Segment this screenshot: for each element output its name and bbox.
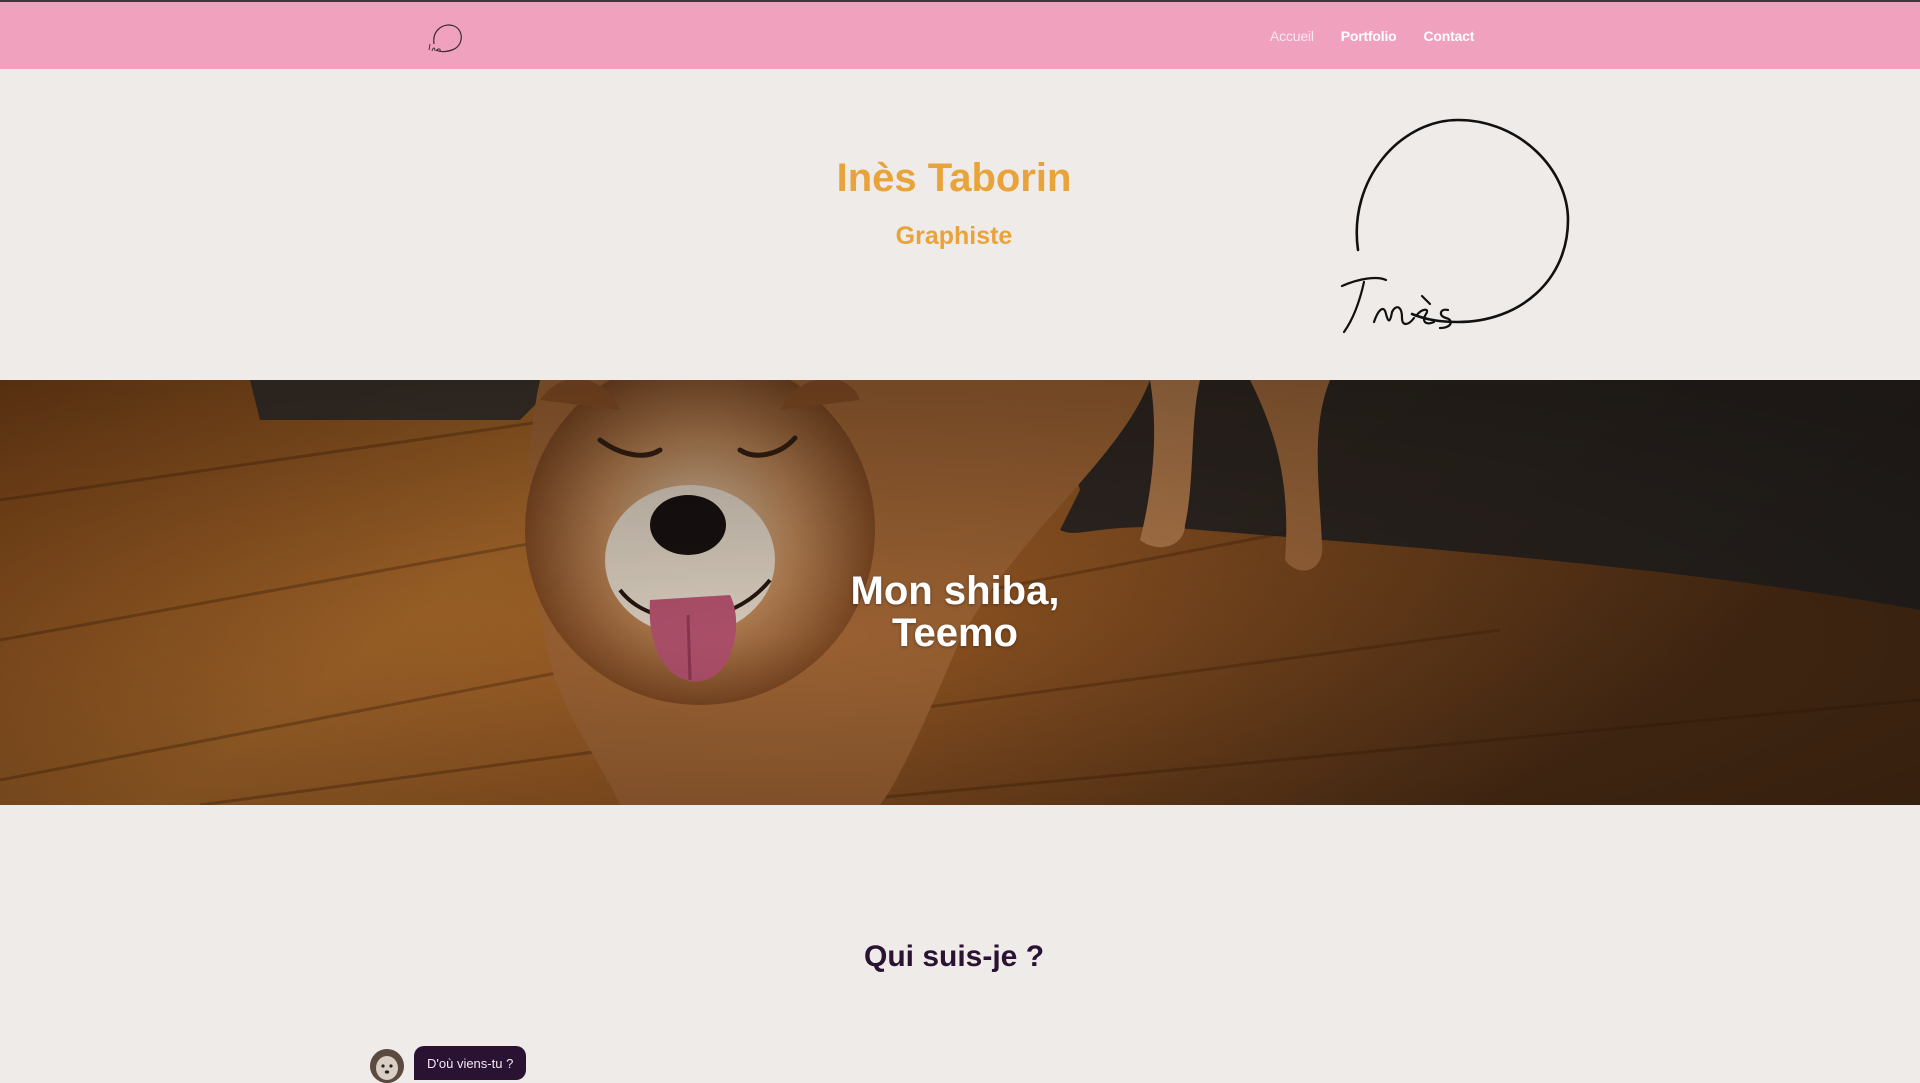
profile-avatar xyxy=(370,1049,404,1083)
ines-logo-icon[interactable] xyxy=(426,20,466,56)
avatar-svg xyxy=(370,1049,404,1083)
ines-signature-logo xyxy=(1330,100,1590,340)
navbar: Accueil Portfolio Contact xyxy=(0,2,1920,69)
signature-svg xyxy=(1340,118,1570,334)
main-navigation: Accueil Portfolio Contact xyxy=(1270,2,1474,69)
banner-title-line1: Mon shiba, xyxy=(850,569,1060,613)
chat-question-bubble[interactable]: D'où viens-tu ? xyxy=(414,1046,527,1080)
banner-title: Mon shiba, Teemo xyxy=(760,570,1150,654)
about-title: Qui suis-je ? xyxy=(863,940,1045,973)
nav-link-contact[interactable]: Contact xyxy=(1423,28,1474,44)
banner-section: Mon shiba, Teemo xyxy=(0,380,1920,805)
logo-svg xyxy=(428,24,462,53)
hero-subtitle: Graphiste xyxy=(895,222,1013,250)
hero-name: Inès Taborin xyxy=(836,156,1072,200)
nav-link-accueil[interactable]: Accueil xyxy=(1270,28,1314,44)
nav-link-portfolio[interactable]: Portfolio xyxy=(1341,28,1397,44)
banner-title-line2: Teemo xyxy=(892,611,1018,655)
